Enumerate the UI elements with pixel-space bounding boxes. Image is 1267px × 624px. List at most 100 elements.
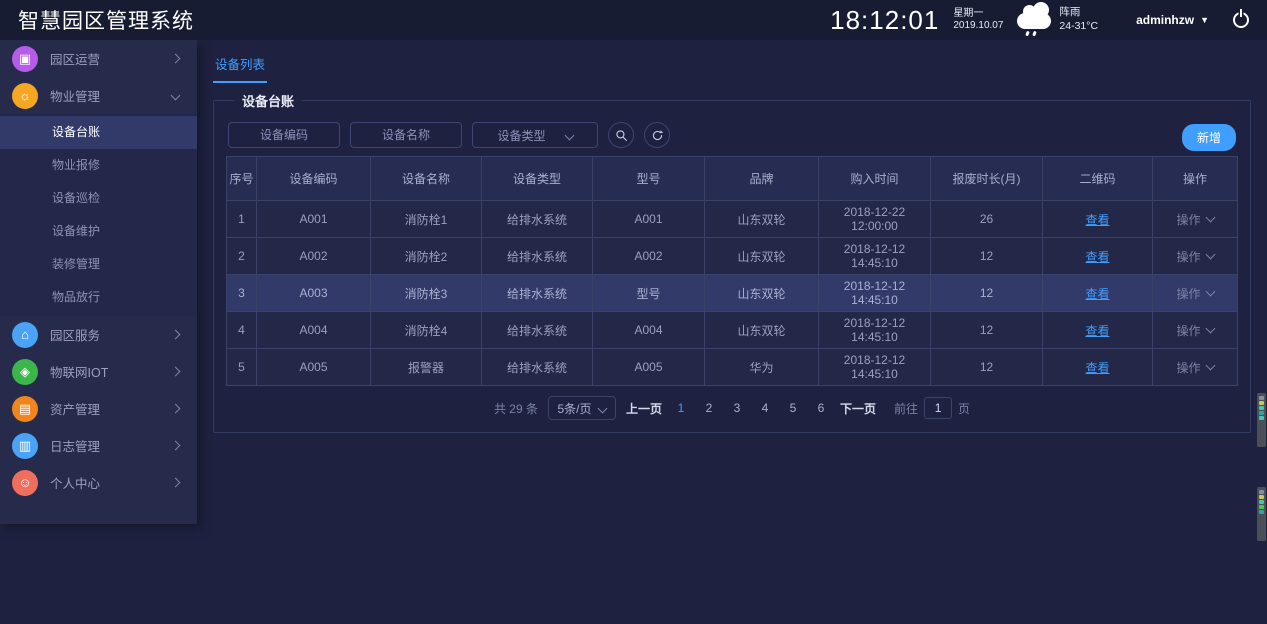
view-qrcode-link[interactable]: 查看 bbox=[1085, 250, 1109, 264]
add-button[interactable]: 新增 bbox=[1182, 124, 1236, 151]
cell-code: A004 bbox=[257, 312, 371, 349]
cell-model: A004 bbox=[593, 312, 705, 349]
sidebar: ▣ 园区运营 ☼ 物业管理 设备台账 物业报修 设备巡检 设备维护 装修管理 物… bbox=[0, 40, 197, 524]
sidebar-subitem-device-inspection[interactable]: 设备巡检 bbox=[0, 182, 197, 215]
page-number-1[interactable]: 1 bbox=[672, 401, 690, 415]
chevron-down-icon bbox=[1205, 324, 1215, 334]
chevron-down-icon bbox=[1205, 250, 1215, 260]
clock: 18:12:01 bbox=[830, 5, 939, 36]
cell-type: 给排水系统 bbox=[482, 201, 593, 238]
cell-purchase-time: 2018-12-12 14:45:10 bbox=[819, 312, 931, 349]
page-number-4[interactable]: 4 bbox=[756, 401, 774, 415]
chevron-right-icon bbox=[171, 441, 181, 451]
action-dropdown[interactable]: 操作 bbox=[1176, 359, 1213, 376]
chevron-down-icon: ▼ bbox=[1200, 15, 1209, 25]
sidebar-item-label: 物业管理 bbox=[50, 86, 172, 105]
power-icon[interactable] bbox=[1233, 12, 1249, 28]
view-qrcode-link[interactable]: 查看 bbox=[1085, 361, 1109, 375]
user-menu[interactable]: adminhzw ▼ bbox=[1136, 13, 1209, 27]
cloud-rain-icon bbox=[1017, 13, 1051, 29]
cell-model: A002 bbox=[593, 238, 705, 275]
action-dropdown[interactable]: 操作 bbox=[1176, 285, 1213, 302]
panel-title: 设备台账 bbox=[234, 91, 302, 110]
cell-type: 给排水系统 bbox=[482, 349, 593, 386]
cell-index: 1 bbox=[227, 201, 257, 238]
col-header: 二维码 bbox=[1043, 157, 1153, 201]
cell-name: 消防栓2 bbox=[371, 238, 482, 275]
park-service-icon: ⌂ bbox=[12, 322, 38, 348]
sidebar-item-log-management[interactable]: ▥ 日志管理 bbox=[0, 427, 197, 464]
device-name-input[interactable] bbox=[350, 122, 462, 148]
log-management-icon: ▥ bbox=[12, 433, 38, 459]
cell-code: A002 bbox=[257, 238, 371, 275]
edge-widget[interactable] bbox=[1257, 487, 1266, 541]
sidebar-item-asset-management[interactable]: ▤ 资产管理 bbox=[0, 390, 197, 427]
sidebar-item-label: 园区服务 bbox=[50, 325, 172, 344]
cell-purchase-time: 2018-12-12 14:45:10 bbox=[819, 238, 931, 275]
device-code-input[interactable] bbox=[228, 122, 340, 148]
sidebar-item-iot[interactable]: ◈ 物联网IOT bbox=[0, 353, 197, 390]
page-number-5[interactable]: 5 bbox=[784, 401, 802, 415]
page-number-3[interactable]: 3 bbox=[728, 401, 746, 415]
device-table: 序号 设备编码 设备名称 设备类型 型号 品牌 购入时间 报废时长(月) 二维码… bbox=[226, 156, 1238, 386]
page-number-2[interactable]: 2 bbox=[700, 401, 718, 415]
table-row: 1 A001 消防栓1 给排水系统 A001 山东双轮 2018-12-22 1… bbox=[227, 201, 1238, 238]
cell-scrap-months: 12 bbox=[931, 349, 1043, 386]
action-dropdown[interactable]: 操作 bbox=[1176, 211, 1213, 228]
cell-scrap-months: 12 bbox=[931, 275, 1043, 312]
sidebar-item-property-management[interactable]: ☼ 物业管理 bbox=[0, 77, 197, 114]
device-ledger-panel: 设备台账 设备类型 bbox=[213, 91, 1251, 433]
cell-index: 4 bbox=[227, 312, 257, 349]
cell-purchase-time: 2018-12-22 12:00:00 bbox=[819, 201, 931, 238]
cell-brand: 山东双轮 bbox=[705, 238, 819, 275]
cell-brand: 山东双轮 bbox=[705, 275, 819, 312]
action-dropdown[interactable]: 操作 bbox=[1176, 248, 1213, 265]
sidebar-item-personal-center[interactable]: ☺ 个人中心 bbox=[0, 464, 197, 501]
sidebar-item-label: 个人中心 bbox=[50, 473, 172, 492]
view-qrcode-link[interactable]: 查看 bbox=[1085, 324, 1109, 338]
device-type-select[interactable]: 设备类型 bbox=[472, 122, 598, 148]
cell-purchase-time: 2018-12-12 14:45:10 bbox=[819, 275, 931, 312]
cell-brand: 华为 bbox=[705, 349, 819, 386]
action-dropdown[interactable]: 操作 bbox=[1176, 322, 1213, 339]
next-page-button[interactable]: 下一页 bbox=[840, 400, 876, 417]
page-number-6[interactable]: 6 bbox=[812, 401, 830, 415]
edge-widget[interactable] bbox=[1257, 393, 1266, 447]
sidebar-item-park-service[interactable]: ⌂ 园区服务 bbox=[0, 316, 197, 353]
chevron-down-icon bbox=[1205, 361, 1215, 371]
date: 2019.10.07 bbox=[953, 20, 1003, 33]
search-button[interactable] bbox=[608, 122, 634, 148]
main-content: 设备列表 设备台账 设备类型 bbox=[197, 40, 1267, 624]
search-icon bbox=[615, 129, 628, 142]
cell-code: A005 bbox=[257, 349, 371, 386]
cell-name: 消防栓3 bbox=[371, 275, 482, 312]
filter-bar: 设备类型 新增 bbox=[226, 118, 1238, 156]
sidebar-item-label: 日志管理 bbox=[50, 436, 172, 455]
cell-type: 给排水系统 bbox=[482, 312, 593, 349]
cell-scrap-months: 26 bbox=[931, 201, 1043, 238]
asset-management-icon: ▤ bbox=[12, 396, 38, 422]
refresh-button[interactable] bbox=[644, 122, 670, 148]
app-window: 智慧园区管理系统 18:12:01 星期一 2019.10.07 阵雨 24-3… bbox=[0, 0, 1267, 624]
sidebar-subitem-property-repair[interactable]: 物业报修 bbox=[0, 149, 197, 182]
col-header: 设备名称 bbox=[371, 157, 482, 201]
prev-page-button[interactable]: 上一页 bbox=[626, 400, 662, 417]
sidebar-subitem-device-maintenance[interactable]: 设备维护 bbox=[0, 215, 197, 248]
weather: 阵雨 24-31°C bbox=[1017, 6, 1098, 33]
tab-device-list[interactable]: 设备列表 bbox=[213, 48, 267, 83]
sidebar-item-label: 园区运营 bbox=[50, 49, 172, 68]
username: adminhzw bbox=[1136, 13, 1194, 27]
sidebar-item-park-operation[interactable]: ▣ 园区运营 bbox=[0, 40, 197, 77]
view-qrcode-link[interactable]: 查看 bbox=[1085, 213, 1109, 227]
cell-name: 消防栓4 bbox=[371, 312, 482, 349]
weekday: 星期一 bbox=[953, 8, 1003, 21]
sidebar-subitem-item-release[interactable]: 物品放行 bbox=[0, 281, 197, 314]
goto-page-input[interactable] bbox=[924, 397, 952, 419]
view-qrcode-link[interactable]: 查看 bbox=[1085, 287, 1109, 301]
page-size-select[interactable]: 5条/页 bbox=[548, 396, 616, 420]
cell-model: 型号 bbox=[593, 275, 705, 312]
sidebar-subitem-decoration-management[interactable]: 装修管理 bbox=[0, 248, 197, 281]
cell-code: A003 bbox=[257, 275, 371, 312]
property-management-submenu: 设备台账 物业报修 设备巡检 设备维护 装修管理 物品放行 bbox=[0, 114, 197, 316]
sidebar-subitem-device-ledger[interactable]: 设备台账 bbox=[0, 116, 197, 149]
